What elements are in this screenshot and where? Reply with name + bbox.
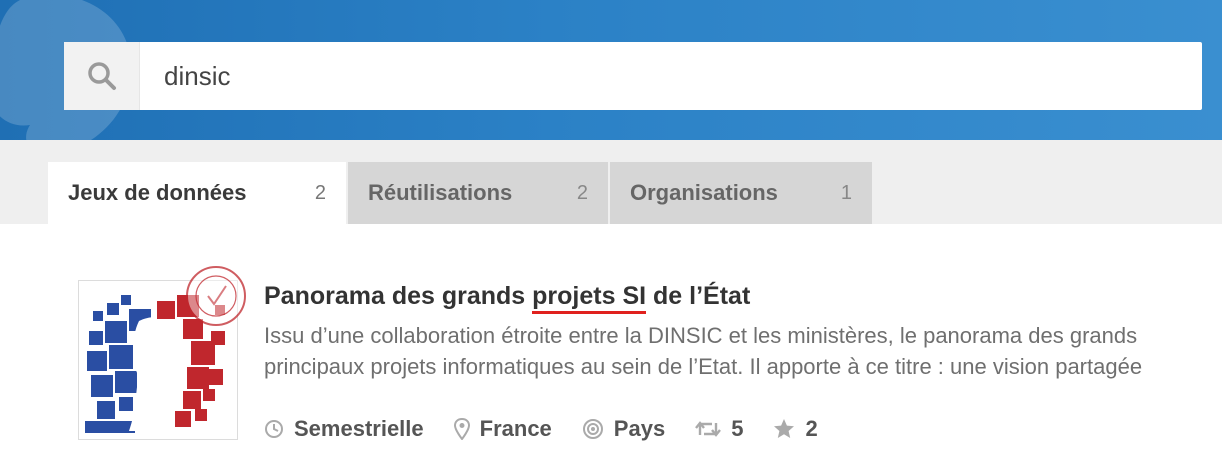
tab-reuses-label: Réutilisations	[368, 180, 513, 205]
search-icon	[87, 62, 116, 90]
dataset-description: Issu d’une collaboration étroite entre l…	[264, 320, 1222, 382]
stars-info: 2	[773, 416, 818, 442]
reuses-info: 5	[695, 416, 743, 442]
bullseye-icon	[582, 419, 603, 439]
search-bar[interactable]	[64, 42, 1202, 110]
stars-count: 2	[805, 416, 818, 441]
tab-reuses[interactable]: Réutilisations 2	[348, 162, 608, 224]
reuses-count: 5	[731, 416, 744, 441]
tab-organizations-count: 1	[840, 181, 852, 204]
tab-datasets-count: 2	[314, 181, 326, 204]
retweet-icon	[695, 421, 722, 437]
title-highlight: projets SI	[532, 282, 647, 314]
dataset-result: Panorama des grands projets SI de l’État…	[0, 224, 1222, 476]
territory-info: France	[453, 416, 552, 442]
granularity-info: Pays	[582, 416, 665, 442]
tab-organizations-label: Organisations	[630, 180, 778, 205]
tab-reuses-count: 2	[576, 181, 588, 204]
tab-datasets-label: Jeux de données	[68, 180, 247, 205]
frequency-label: Semestrielle	[294, 416, 424, 441]
description-line: Issu d’une collaboration étroite entre l…	[264, 323, 1138, 348]
territory-label: France	[479, 416, 552, 441]
tab-datasets[interactable]: Jeux de données 2	[48, 162, 346, 224]
title-text-end: de l’État	[646, 282, 751, 310]
dataset-metadata: Semestrielle France Pays 5 2	[264, 414, 848, 444]
description-line: principaux projets informatiques au sein…	[264, 354, 1143, 379]
site-header	[0, 0, 1222, 140]
title-text-start: Panorama des grands	[264, 282, 533, 310]
tab-organizations[interactable]: Organisations 1	[610, 162, 872, 224]
search-input[interactable]	[164, 42, 1164, 110]
frequency-info: Semestrielle	[264, 416, 424, 442]
dataset-title-link[interactable]: Panorama des grands projets SI de l’État	[264, 282, 751, 314]
star-icon	[774, 419, 795, 438]
result-tabs: Jeux de données 2 Réutilisations 2 Organ…	[0, 140, 1222, 224]
granularity-label: Pays	[613, 416, 666, 441]
clock-icon	[265, 420, 283, 438]
map-marker-icon	[453, 418, 470, 440]
certified-producer-stamp-icon	[186, 266, 246, 326]
search-button[interactable]	[64, 42, 140, 110]
